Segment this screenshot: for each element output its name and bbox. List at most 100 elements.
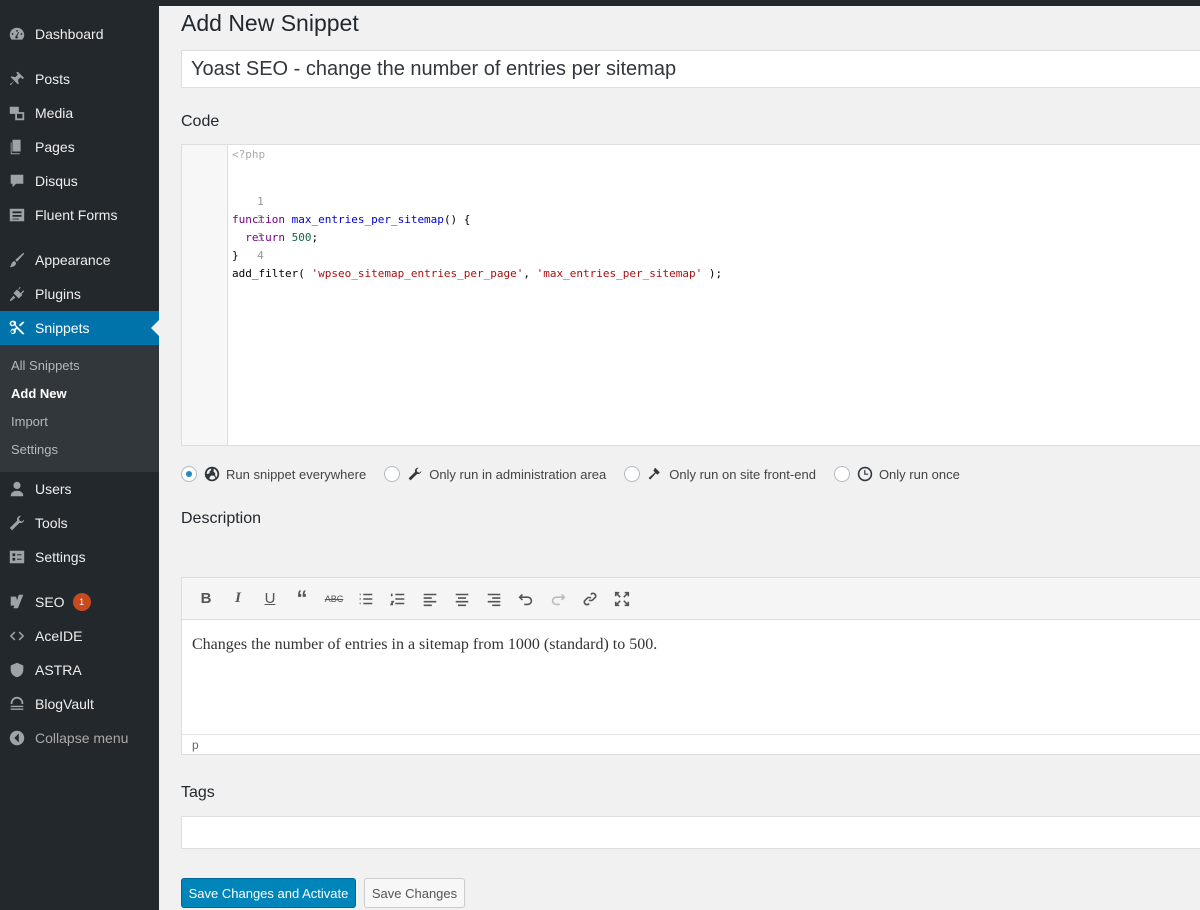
sidebar-item-label: Users bbox=[35, 481, 72, 497]
underline-icon[interactable]: U bbox=[254, 585, 286, 613]
scope-option-once[interactable]: Only run once bbox=[833, 466, 960, 482]
notification-badge: 1 bbox=[72, 593, 91, 611]
scope-option-everywhere[interactable]: Run snippet everywhere bbox=[181, 466, 366, 482]
scope-label: Run snippet everywhere bbox=[226, 466, 367, 482]
sidebar-item-label: Tools bbox=[35, 515, 68, 531]
main-content: Add New Snippet Code <?php 1 function ma… bbox=[159, 6, 1200, 910]
description-label: Description bbox=[181, 510, 262, 527]
align-left-icon[interactable] bbox=[414, 585, 446, 613]
description-text[interactable]: Changes the number of entries in a sitem… bbox=[192, 636, 657, 654]
sidebar-item-seo[interactable]: SEO 1 bbox=[0, 585, 159, 619]
undo-icon[interactable] bbox=[510, 585, 542, 613]
sidebar-item-label: Collapse menu bbox=[35, 730, 129, 746]
sidebar-item-pages[interactable]: Pages bbox=[0, 130, 159, 164]
comment-icon bbox=[8, 172, 26, 190]
link-icon[interactable] bbox=[574, 585, 606, 613]
pages-icon bbox=[8, 138, 26, 156]
sidebar-item-tools[interactable]: Tools bbox=[0, 506, 159, 540]
snippets-submenu: All Snippets Add New Import Settings bbox=[0, 345, 159, 472]
scope-radio[interactable] bbox=[181, 466, 197, 482]
sidebar-item-users[interactable]: Users bbox=[0, 472, 159, 506]
code-editor[interactable]: <?php 1 function max_entries_per_sitemap… bbox=[181, 144, 1200, 446]
sidebar-item-label: Fluent Forms bbox=[35, 207, 118, 223]
wrench-icon bbox=[8, 514, 26, 532]
sidebar-item-blogvault[interactable]: BlogVault bbox=[0, 687, 159, 721]
sidebar-item-plugins[interactable]: Plugins bbox=[0, 277, 159, 311]
submenu-all-snippets[interactable]: All Snippets bbox=[11, 358, 80, 373]
bold-icon[interactable]: B bbox=[190, 585, 222, 613]
sidebar-item-label: Media bbox=[35, 105, 74, 121]
dashboard-icon bbox=[8, 25, 26, 43]
globe-icon bbox=[204, 466, 220, 482]
fullscreen-icon[interactable] bbox=[606, 585, 638, 613]
sidebar-item-fluent-forms[interactable]: Fluent Forms bbox=[0, 198, 159, 232]
align-right-icon[interactable] bbox=[478, 585, 510, 613]
shield-icon bbox=[8, 661, 26, 679]
code-line: 1 function max_entries_per_sitemap() { bbox=[182, 175, 470, 226]
editor-toolbar: B I U “ ABC bbox=[182, 578, 1200, 620]
scope-label: Only run on site front-end bbox=[669, 466, 816, 482]
tags-input[interactable] bbox=[181, 816, 1200, 849]
settings-icon bbox=[8, 548, 26, 566]
hammer-icon bbox=[647, 466, 663, 482]
forms-icon bbox=[8, 206, 26, 224]
sidebar-item-appearance[interactable]: Appearance bbox=[0, 243, 159, 277]
line-number: 2 bbox=[257, 213, 264, 226]
code-line: 2 return 500; bbox=[182, 193, 318, 244]
admin-sidebar: Dashboard Posts Media Pages Disqus Fluen… bbox=[0, 0, 159, 910]
sidebar-item-label: Appearance bbox=[35, 252, 111, 268]
sidebar-item-label: Snippets bbox=[35, 320, 90, 336]
clock-icon bbox=[857, 466, 873, 482]
submenu-settings[interactable]: Settings bbox=[11, 442, 58, 457]
scope-radio[interactable] bbox=[384, 466, 401, 482]
sidebar-item-dashboard[interactable]: Dashboard bbox=[0, 17, 159, 51]
scope-label: Only run once bbox=[878, 466, 960, 482]
wrench-icon bbox=[407, 466, 423, 482]
sidebar-item-media[interactable]: Media bbox=[0, 96, 159, 130]
numbered-list-icon[interactable] bbox=[382, 585, 414, 613]
sidebar-item-label: AceIDE bbox=[35, 628, 83, 644]
save-changes-button[interactable]: Save Changes bbox=[364, 878, 465, 908]
scope-option-front-end[interactable]: Only run on site front-end bbox=[624, 466, 816, 482]
scope-radio[interactable] bbox=[624, 466, 641, 482]
code-text: add_filter( 'wpseo_sitemap_entries_per_p… bbox=[232, 267, 723, 280]
scope-radio[interactable] bbox=[833, 466, 850, 482]
code-label: Code bbox=[181, 113, 220, 130]
submenu-add-new[interactable]: Add New bbox=[11, 386, 67, 401]
editor-status-path: p bbox=[182, 734, 1200, 754]
sidebar-item-posts[interactable]: Posts bbox=[0, 62, 159, 96]
users-icon bbox=[8, 480, 26, 498]
align-center-icon[interactable] bbox=[446, 585, 478, 613]
sidebar-item-label: ASTRA bbox=[35, 662, 82, 678]
scissors-icon bbox=[8, 319, 26, 337]
sidebar-item-label: BlogVault bbox=[35, 696, 94, 712]
submenu-import[interactable]: Import bbox=[11, 414, 48, 429]
save-and-activate-button[interactable]: Save Changes and Activate bbox=[181, 878, 356, 908]
scope-options: Run snippet everywhere Only run in admin… bbox=[181, 464, 978, 484]
snippet-title-input[interactable] bbox=[181, 50, 1200, 88]
sidebar-item-aceide[interactable]: AceIDE bbox=[0, 619, 159, 653]
strikethrough-icon[interactable]: ABC bbox=[318, 585, 350, 613]
line-number: 1 bbox=[257, 195, 264, 208]
description-editor: B I U “ ABC Changes the number of entrie… bbox=[181, 577, 1200, 755]
line-number: 4 bbox=[257, 249, 264, 262]
sidebar-item-label: SEO bbox=[35, 594, 65, 610]
media-icon bbox=[8, 104, 26, 122]
tags-label: Tags bbox=[181, 784, 215, 801]
sidebar-item-disqus[interactable]: Disqus bbox=[0, 164, 159, 198]
sidebar-item-settings[interactable]: Settings bbox=[0, 540, 159, 574]
sidebar-item-label: Pages bbox=[35, 139, 75, 155]
sidebar-item-snippets[interactable]: Snippets bbox=[0, 311, 159, 345]
collapse-menu-button[interactable]: Collapse menu bbox=[0, 721, 159, 755]
sidebar-item-label: Dashboard bbox=[35, 26, 104, 42]
italic-icon[interactable]: I bbox=[222, 585, 254, 613]
sidebar-item-astra[interactable]: ASTRA bbox=[0, 653, 159, 687]
sidebar-item-label: Posts bbox=[35, 71, 71, 87]
blockquote-icon[interactable]: “ bbox=[286, 585, 318, 613]
bullet-list-icon[interactable] bbox=[350, 585, 382, 613]
redo-icon[interactable] bbox=[542, 585, 574, 613]
sidebar-item-label: Disqus bbox=[35, 173, 78, 189]
scope-option-admin[interactable]: Only run in administration area bbox=[384, 466, 606, 482]
brush-icon bbox=[8, 251, 26, 269]
pin-icon bbox=[8, 70, 26, 88]
